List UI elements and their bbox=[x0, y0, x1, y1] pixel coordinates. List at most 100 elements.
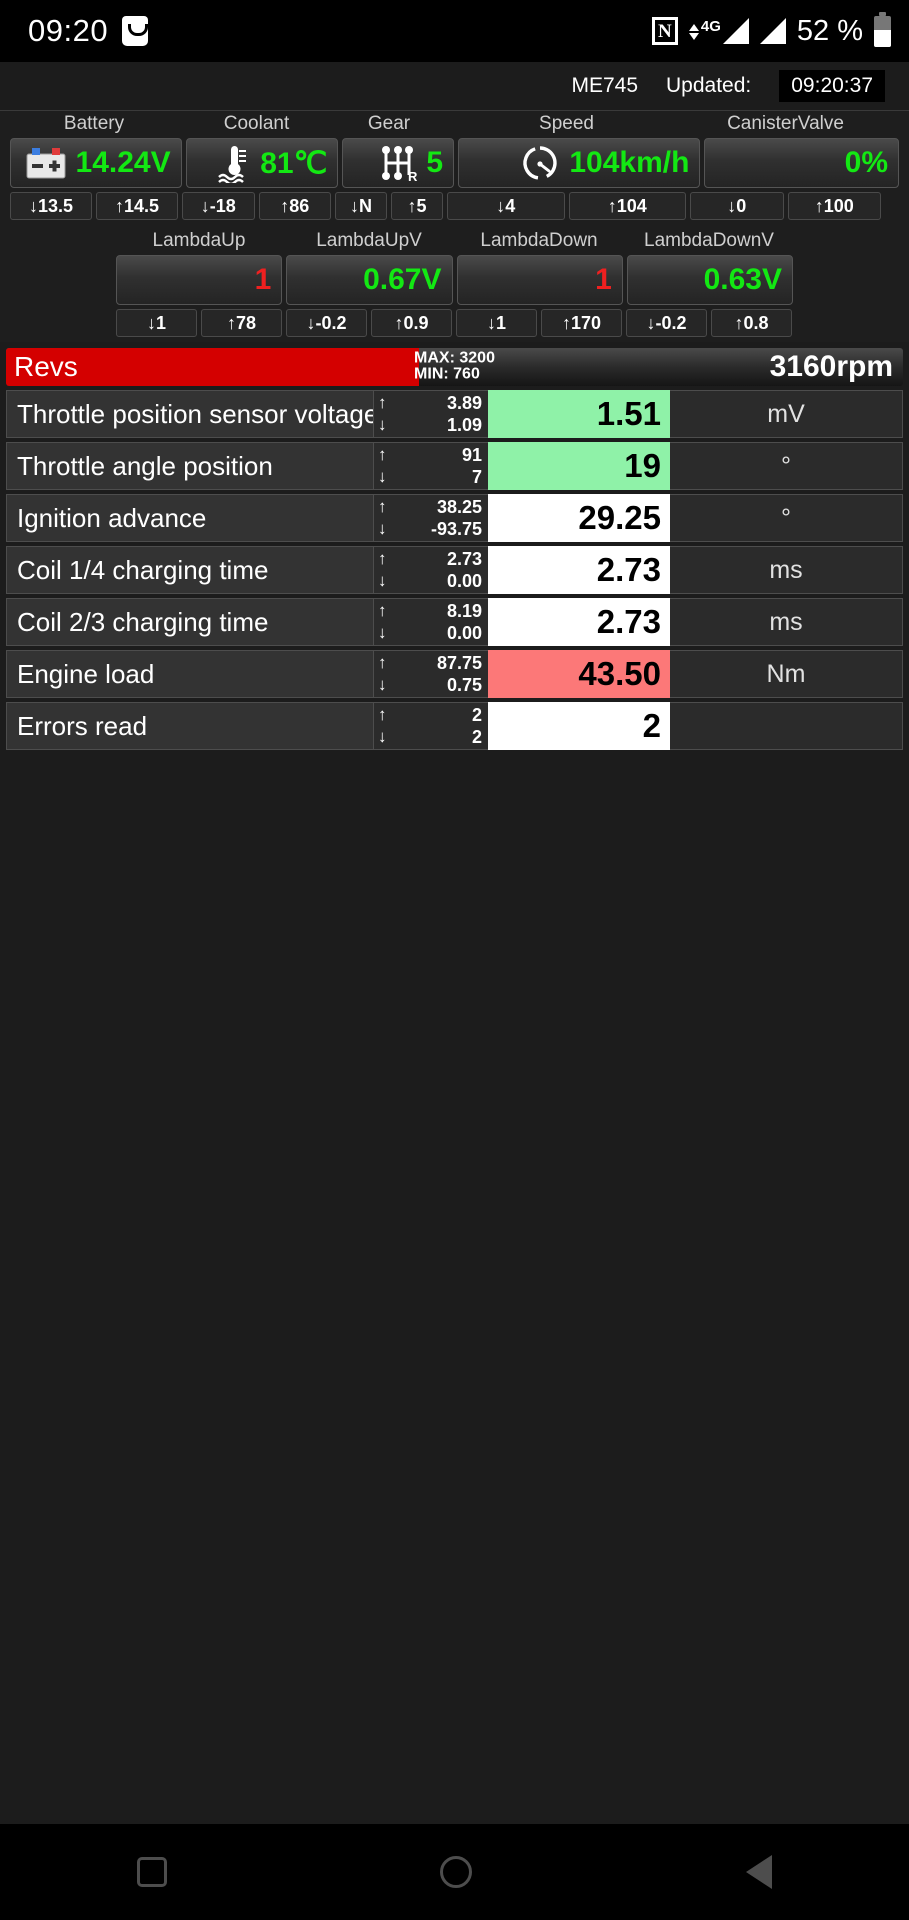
gauge-minmax-row: ↓13.5 ↑14.5 ↓-18 ↑86 ↓N ↑5 ↓4 ↑104 ↓0 ↑100 bbox=[8, 192, 901, 220]
gauge-label-canistervalve: CanisterValve bbox=[727, 113, 844, 134]
param-unit: ms bbox=[670, 546, 903, 594]
gauge-cell-gear[interactable]: R5 bbox=[342, 138, 455, 188]
lambda-cell-lambdadownv[interactable]: 0.63V bbox=[626, 255, 793, 305]
up-arrow-icon: ↑ bbox=[378, 445, 387, 464]
gauge-max-speed: ↑104 bbox=[568, 192, 686, 220]
param-value: 19 bbox=[488, 442, 670, 490]
table-row[interactable]: Throttle angle position ↑ 91 ↓ 7 19 ° bbox=[6, 442, 903, 490]
battery-percent-label: 52 % bbox=[796, 14, 863, 47]
recents-square-icon[interactable] bbox=[136, 1857, 167, 1887]
svg-text:R: R bbox=[408, 169, 418, 183]
param-unit: ° bbox=[670, 494, 903, 542]
lambda-max-lambdaupv: ↑0.9 bbox=[371, 309, 452, 337]
param-minmax: ↑ 2 ↓ 2 bbox=[374, 702, 488, 750]
lambda-strip: LambdaUp LambdaUpV LambdaDown LambdaDownV 1… bbox=[0, 224, 909, 342]
lambda-cell-lambdaup[interactable]: 1 bbox=[116, 255, 283, 305]
lambda-min-lambdadown: ↓1 bbox=[456, 309, 537, 337]
param-value: 2.73 bbox=[488, 598, 670, 646]
up-arrow-icon: ↑ bbox=[378, 497, 387, 516]
param-label: Engine load bbox=[6, 650, 374, 698]
lambda-label-lambdadownv: LambdaDownV bbox=[644, 230, 774, 251]
param-minmax: ↑ 3.89 ↓ 1.09 bbox=[374, 390, 488, 438]
revs-bar[interactable]: Revs MAX: 3200 MIN: 760 3160rpm bbox=[6, 348, 903, 386]
param-label: Coil 1/4 charging time bbox=[6, 546, 374, 594]
android-navigation-bar bbox=[0, 1824, 909, 1920]
lambda-value-lambdaup: 1 bbox=[254, 263, 272, 296]
lambda-label-lambdadown: LambdaDown bbox=[480, 230, 598, 251]
table-row[interactable]: Coil 2/3 charging time ↑ 8.19 ↓ 0.00 2.73 ms bbox=[6, 598, 903, 646]
home-circle-icon[interactable] bbox=[440, 1856, 473, 1888]
gauge-cell-battery[interactable]: 14.24V bbox=[10, 138, 182, 188]
gauge-value-coolant: 81℃ bbox=[260, 146, 328, 180]
up-arrow-icon: ↑ bbox=[378, 653, 387, 672]
param-max: 87.75 bbox=[436, 652, 482, 673]
gauge-strip: Battery Coolant Gear Speed CanisterValve 14.… bbox=[0, 110, 909, 224]
param-min: 0.00 bbox=[446, 622, 482, 643]
revs-min-label: MIN: 760 bbox=[414, 366, 480, 383]
table-row[interactable]: Throttle position sensor voltage ↑ 3.89 ↓ 1.… bbox=[6, 390, 903, 438]
lambda-label-lambdaup: LambdaUp bbox=[152, 230, 246, 251]
lambda-cell-lambdadown[interactable]: 1 bbox=[456, 255, 623, 305]
param-value: 43.50 bbox=[488, 650, 670, 698]
down-arrow-icon: ↓ bbox=[378, 519, 387, 538]
thermometer-icon bbox=[218, 146, 247, 183]
param-unit: ° bbox=[670, 442, 903, 490]
up-arrow-icon: ↑ bbox=[378, 705, 387, 724]
up-arrow-icon: ↑ bbox=[378, 549, 387, 568]
battery-icon bbox=[26, 148, 66, 179]
param-minmax: ↑ 38.25 ↓ -93.75 bbox=[374, 494, 488, 542]
gauge-label-gear: Gear bbox=[367, 113, 411, 134]
gauge-cell-coolant[interactable]: 81℃ bbox=[185, 138, 339, 188]
param-min: -93.75 bbox=[430, 518, 482, 539]
param-unit: ms bbox=[670, 598, 903, 646]
data-transfer-arrows-icon bbox=[688, 24, 699, 44]
param-unit: mV bbox=[670, 390, 903, 438]
down-arrow-icon: ↓ bbox=[378, 571, 387, 590]
lambda-cell-lambdaupv[interactable]: 0.67V bbox=[286, 255, 453, 305]
revs-max-label: MAX: 3200 bbox=[414, 349, 495, 367]
lambda-min-lambdaupv: ↓-0.2 bbox=[286, 309, 367, 337]
param-max: 38.25 bbox=[436, 496, 482, 517]
gauge-min-coolant: ↓-18 bbox=[182, 192, 255, 220]
table-row[interactable]: Errors read ↑ 2 ↓ 2 2 bbox=[6, 702, 903, 750]
param-minmax: ↑ 87.75 ↓ 0.75 bbox=[374, 650, 488, 698]
table-row[interactable]: Ignition advance ↑ 38.25 ↓ -93.75 29.25 ° bbox=[6, 494, 903, 542]
param-label: Throttle position sensor voltage bbox=[6, 390, 374, 438]
ecu-name-label: ME745 bbox=[571, 74, 639, 97]
param-value: 29.25 bbox=[488, 494, 670, 542]
android-status-bar: 09:20 N 4G 52 % bbox=[0, 0, 909, 62]
up-arrow-icon: ↑ bbox=[378, 601, 387, 620]
param-max: 8.19 bbox=[446, 600, 482, 621]
param-value: 2 bbox=[488, 702, 670, 750]
back-triangle-icon[interactable] bbox=[746, 1855, 773, 1889]
lambda-cells-row: 1 0.67V 1 0.63V bbox=[114, 255, 795, 305]
signal-bars-icon-2 bbox=[759, 18, 786, 44]
gauge-cell-canistervalve[interactable]: 0% bbox=[704, 138, 899, 188]
gauge-minmax-coolant: ↓-18 ↑86 bbox=[180, 192, 333, 220]
gauge-min-battery: ↓13.5 bbox=[10, 192, 92, 220]
up-arrow-icon: ↑ bbox=[378, 393, 387, 412]
table-row[interactable]: Coil 1/4 charging time ↑ 2.73 ↓ 0.00 2.73 ms bbox=[6, 546, 903, 594]
gauge-labels-row: Battery Coolant Gear Speed CanisterValve bbox=[8, 111, 901, 138]
param-label: Ignition advance bbox=[6, 494, 374, 542]
lambda-min-lambdadownv: ↓-0.2 bbox=[626, 309, 707, 337]
mobile-data-icon: 4G bbox=[688, 18, 749, 44]
down-arrow-icon: ↓ bbox=[378, 415, 387, 434]
gauge-cell-speed[interactable]: 104km/h bbox=[458, 138, 701, 188]
param-min: 1.09 bbox=[446, 414, 482, 435]
param-value: 2.73 bbox=[488, 546, 670, 594]
status-bar-right: N 4G 52 % bbox=[651, 11, 891, 48]
lambda-value-lambdadown: 1 bbox=[595, 263, 612, 296]
param-minmax: ↑ 2.73 ↓ 0.00 bbox=[374, 546, 488, 594]
lambda-value-lambdaupv: 0.67V bbox=[363, 263, 442, 296]
speedometer-icon bbox=[523, 146, 557, 180]
param-label: Coil 2/3 charging time bbox=[6, 598, 374, 646]
down-arrow-icon: ↓ bbox=[378, 623, 387, 642]
gauge-minmax-canistervalve: ↓0 ↑100 bbox=[688, 192, 883, 220]
table-row[interactable]: Engine load ↑ 87.75 ↓ 0.75 43.50 Nm bbox=[6, 650, 903, 698]
down-arrow-icon: ↓ bbox=[378, 467, 387, 486]
param-unit bbox=[670, 702, 903, 750]
param-max: 91 bbox=[461, 444, 482, 465]
param-label: Errors read bbox=[6, 702, 374, 750]
param-min: 7 bbox=[471, 466, 482, 487]
